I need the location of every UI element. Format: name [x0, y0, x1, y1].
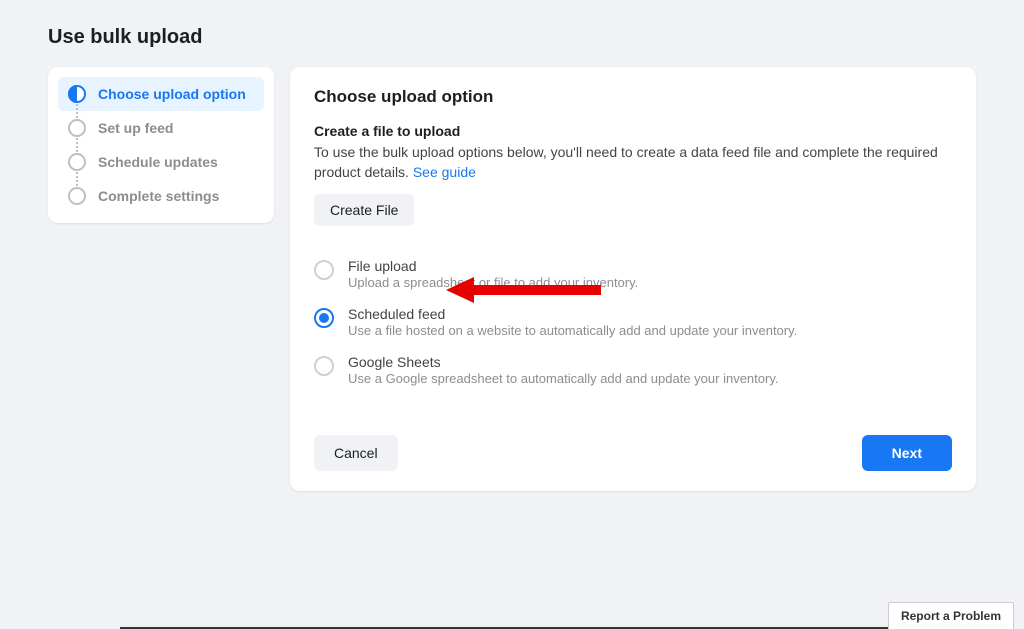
footer-actions: Cancel Next — [314, 417, 952, 471]
option-title: File upload — [348, 258, 952, 274]
option-description: Use a Google spreadsheet to automaticall… — [348, 371, 952, 386]
next-button[interactable]: Next — [862, 435, 952, 471]
option-file-upload[interactable]: File upload Upload a spreadsheet or file… — [314, 250, 952, 298]
step-label: Set up feed — [98, 120, 173, 136]
step-circle-icon — [68, 119, 86, 137]
create-file-button[interactable]: Create File — [314, 194, 414, 226]
create-file-section: Create a file to upload To use the bulk … — [314, 123, 952, 226]
sidebar: Choose upload option Set up feed Schedul… — [48, 67, 274, 223]
step-complete-settings[interactable]: Complete settings — [58, 179, 264, 213]
panel-title: Choose upload option — [314, 87, 952, 107]
radio-icon[interactable] — [314, 308, 334, 328]
section-subtitle: Create a file to upload — [314, 123, 952, 139]
radio-icon[interactable] — [314, 260, 334, 280]
step-choose-upload-option[interactable]: Choose upload option — [58, 77, 264, 111]
step-circle-icon — [68, 187, 86, 205]
page-title: Use bulk upload — [0, 0, 1024, 49]
step-connector-icon — [76, 172, 78, 186]
option-description: Use a file hosted on a website to automa… — [348, 323, 952, 338]
step-circle-icon — [68, 153, 86, 171]
option-title: Scheduled feed — [348, 306, 952, 322]
step-label: Schedule updates — [98, 154, 218, 170]
step-set-up-feed[interactable]: Set up feed — [58, 111, 264, 145]
option-content: Google Sheets Use a Google spreadsheet t… — [348, 354, 952, 386]
section-description: To use the bulk upload options below, yo… — [314, 143, 952, 182]
step-label: Complete settings — [98, 188, 219, 204]
step-progress-icon — [68, 85, 86, 103]
option-scheduled-feed[interactable]: Scheduled feed Use a file hosted on a we… — [314, 298, 952, 346]
layout: Choose upload option Set up feed Schedul… — [0, 49, 1024, 491]
option-description: Upload a spreadsheet or file to add your… — [348, 275, 952, 290]
main-panel: Choose upload option Create a file to up… — [290, 67, 976, 491]
upload-options: File upload Upload a spreadsheet or file… — [314, 250, 952, 394]
step-schedule-updates[interactable]: Schedule updates — [58, 145, 264, 179]
step-connector-icon — [76, 104, 78, 118]
option-title: Google Sheets — [348, 354, 952, 370]
step-label: Choose upload option — [98, 86, 246, 102]
radio-icon[interactable] — [314, 356, 334, 376]
option-google-sheets[interactable]: Google Sheets Use a Google spreadsheet t… — [314, 346, 952, 394]
see-guide-link[interactable]: See guide — [413, 164, 476, 180]
cancel-button[interactable]: Cancel — [314, 435, 398, 471]
step-connector-icon — [76, 138, 78, 152]
report-problem-button[interactable]: Report a Problem — [888, 602, 1014, 629]
option-content: Scheduled feed Use a file hosted on a we… — [348, 306, 952, 338]
option-content: File upload Upload a spreadsheet or file… — [348, 258, 952, 290]
